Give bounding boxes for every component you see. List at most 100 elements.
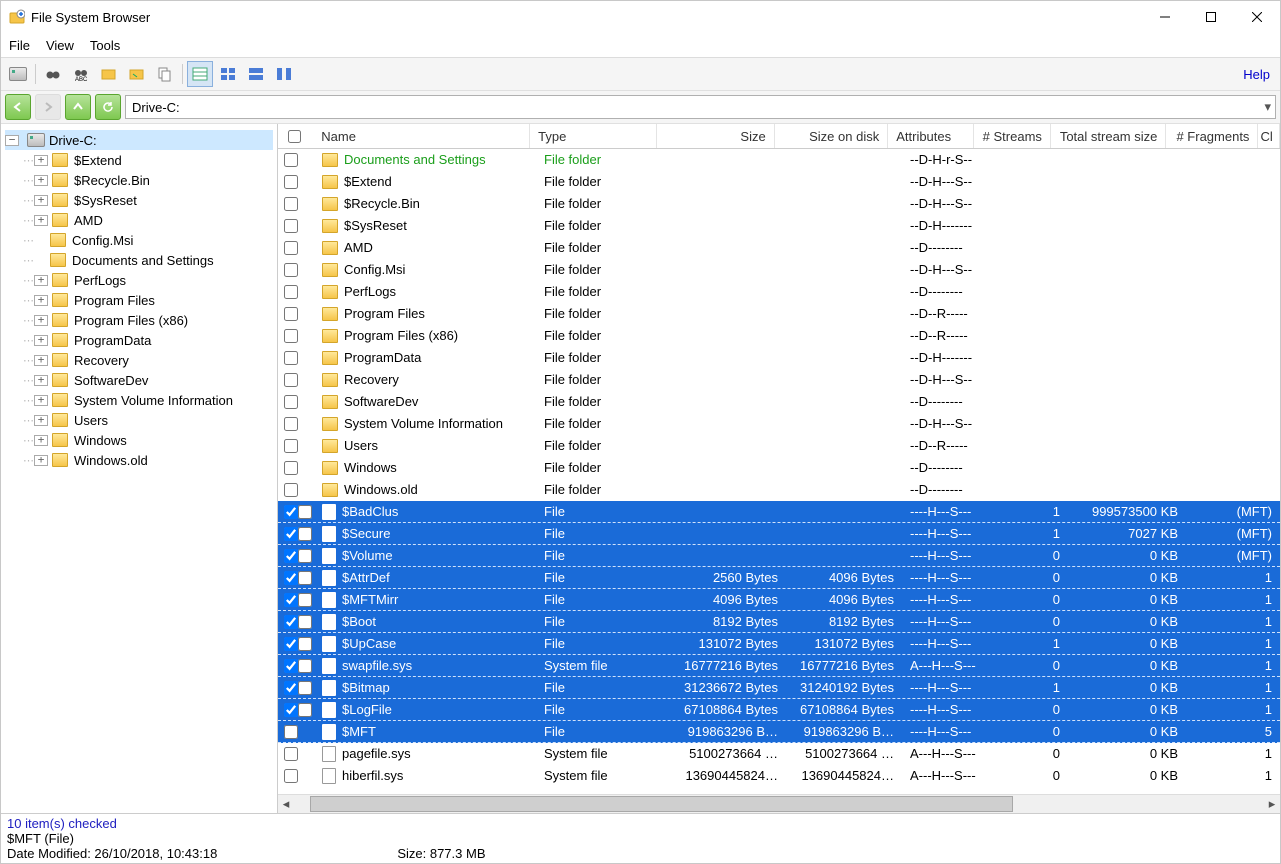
tree-item[interactable]: ⋯Documents and Settings (5, 250, 273, 270)
table-row[interactable]: $BootFile8192 Bytes8192 Bytes----H---S--… (278, 611, 1280, 633)
row-checkbox[interactable] (278, 703, 314, 717)
table-row[interactable]: $VolumeFile----H---S---00 KB(MFT) (278, 545, 1280, 567)
row-checkbox[interactable] (278, 461, 314, 475)
file-rows[interactable]: Documents and SettingsFile folder--D-H-r… (278, 149, 1280, 794)
view-details-icon[interactable] (187, 61, 213, 87)
table-row[interactable]: pagefile.sysSystem file5100273664 …51002… (278, 743, 1280, 765)
tree-item[interactable]: ⋯+$Extend (5, 150, 273, 170)
col-size-on-disk[interactable]: Size on disk (775, 124, 889, 148)
row-checkbox[interactable] (278, 615, 314, 629)
row-checkbox[interactable] (278, 527, 314, 541)
menu-view[interactable]: View (46, 38, 74, 53)
col-type[interactable]: Type (530, 124, 657, 148)
tree-item[interactable]: ⋯+Recovery (5, 350, 273, 370)
scroll-left-icon[interactable]: ◂ (278, 796, 294, 812)
view-tile-icon[interactable] (243, 61, 269, 87)
nav-back-button[interactable] (5, 94, 31, 120)
row-checkbox[interactable] (278, 659, 314, 673)
view-list-icon[interactable] (215, 61, 241, 87)
row-checkbox[interactable] (278, 593, 314, 607)
table-row[interactable]: System Volume InformationFile folder--D-… (278, 413, 1280, 435)
row-checkbox[interactable] (278, 747, 314, 761)
table-row[interactable]: $MFTFile919863296 B…919863296 B…----H---… (278, 721, 1280, 743)
tree-item[interactable]: ⋯+PerfLogs (5, 270, 273, 290)
expand-icon[interactable]: + (34, 155, 48, 166)
table-row[interactable]: $AttrDefFile2560 Bytes4096 Bytes----H---… (278, 567, 1280, 589)
row-checkbox[interactable] (278, 241, 314, 255)
row-checkbox[interactable] (278, 769, 314, 783)
tree-item[interactable]: ⋯+Windows (5, 430, 273, 450)
row-checkbox[interactable] (278, 417, 314, 431)
tool-copy-icon[interactable] (152, 61, 178, 87)
nav-forward-button[interactable] (35, 94, 61, 120)
expand-icon[interactable]: + (34, 335, 48, 346)
nav-refresh-button[interactable] (95, 94, 121, 120)
header-checkbox[interactable] (278, 127, 313, 146)
tree-item[interactable]: ⋯+Program Files (x86) (5, 310, 273, 330)
horizontal-scrollbar[interactable]: ◂ ▸ (278, 794, 1280, 813)
table-row[interactable]: $BadClusFile----H---S---1999573500 KB(MF… (278, 501, 1280, 523)
table-row[interactable]: $ExtendFile folder--D-H---S-- (278, 171, 1280, 193)
row-checkbox[interactable] (278, 285, 314, 299)
col-total-stream[interactable]: Total stream size (1051, 124, 1166, 148)
row-checkbox[interactable] (278, 549, 314, 563)
table-row[interactable]: PerfLogsFile folder--D-------- (278, 281, 1280, 303)
table-row[interactable]: SoftwareDevFile folder--D-------- (278, 391, 1280, 413)
tree-item[interactable]: ⋯+$Recycle.Bin (5, 170, 273, 190)
row-checkbox[interactable] (278, 571, 314, 585)
table-row[interactable]: $SecureFile----H---S---17027 KB(MFT) (278, 523, 1280, 545)
row-checkbox[interactable] (278, 263, 314, 277)
row-checkbox[interactable] (278, 681, 314, 695)
chevron-down-icon[interactable]: ▾ (1264, 99, 1271, 115)
tool-open2-icon[interactable] (124, 61, 150, 87)
expand-icon[interactable]: + (34, 415, 48, 426)
row-checkbox[interactable] (278, 373, 314, 387)
col-attributes[interactable]: Attributes (888, 124, 974, 148)
row-checkbox[interactable] (278, 219, 314, 233)
scroll-right-icon[interactable]: ▸ (1264, 796, 1280, 812)
row-checkbox[interactable] (278, 637, 314, 651)
nav-up-button[interactable] (65, 94, 91, 120)
tree-item[interactable]: ⋯+Windows.old (5, 450, 273, 470)
col-clusters[interactable]: Cl (1258, 124, 1280, 148)
table-row[interactable]: swapfile.sysSystem file16777216 Bytes167… (278, 655, 1280, 677)
expand-icon[interactable]: + (34, 275, 48, 286)
row-checkbox[interactable] (278, 439, 314, 453)
col-fragments[interactable]: # Fragments (1166, 124, 1258, 148)
row-checkbox[interactable] (278, 329, 314, 343)
close-button[interactable] (1234, 1, 1280, 33)
expand-icon[interactable]: + (34, 395, 48, 406)
row-checkbox[interactable] (278, 725, 314, 739)
expand-icon[interactable]: + (34, 175, 48, 186)
table-row[interactable]: WindowsFile folder--D-------- (278, 457, 1280, 479)
row-checkbox[interactable] (278, 307, 314, 321)
expand-icon[interactable]: + (34, 195, 48, 206)
table-row[interactable]: Windows.oldFile folder--D-------- (278, 479, 1280, 501)
row-checkbox[interactable] (278, 197, 314, 211)
view-small-icon[interactable] (271, 61, 297, 87)
col-streams[interactable]: # Streams (974, 124, 1050, 148)
table-row[interactable]: $UpCaseFile131072 Bytes131072 Bytes----H… (278, 633, 1280, 655)
table-row[interactable]: $SysResetFile folder--D-H------- (278, 215, 1280, 237)
tree-item[interactable]: ⋯+Program Files (5, 290, 273, 310)
row-checkbox[interactable] (278, 153, 314, 167)
row-checkbox[interactable] (278, 351, 314, 365)
expand-icon[interactable]: + (34, 215, 48, 226)
table-row[interactable]: hiberfil.sysSystem file13690445824…13690… (278, 765, 1280, 787)
tool-binocular-abc-icon[interactable]: ABC (68, 61, 94, 87)
tree-root[interactable]: − Drive-C: (5, 130, 273, 150)
expand-icon[interactable]: + (34, 375, 48, 386)
expand-icon[interactable]: + (34, 455, 48, 466)
menu-tools[interactable]: Tools (90, 38, 120, 53)
table-row[interactable]: Config.MsiFile folder--D-H---S-- (278, 259, 1280, 281)
folder-tree[interactable]: − Drive-C: ⋯+$Extend⋯+$Recycle.Bin⋯+$Sys… (1, 124, 278, 813)
menu-file[interactable]: File (9, 38, 30, 53)
help-link[interactable]: Help (1243, 67, 1276, 82)
tree-item[interactable]: ⋯+$SysReset (5, 190, 273, 210)
table-row[interactable]: UsersFile folder--D--R----- (278, 435, 1280, 457)
maximize-button[interactable] (1188, 1, 1234, 33)
expand-icon[interactable]: + (34, 295, 48, 306)
tool-drive-icon[interactable] (5, 61, 31, 87)
row-checkbox[interactable] (278, 395, 314, 409)
table-row[interactable]: RecoveryFile folder--D-H---S-- (278, 369, 1280, 391)
